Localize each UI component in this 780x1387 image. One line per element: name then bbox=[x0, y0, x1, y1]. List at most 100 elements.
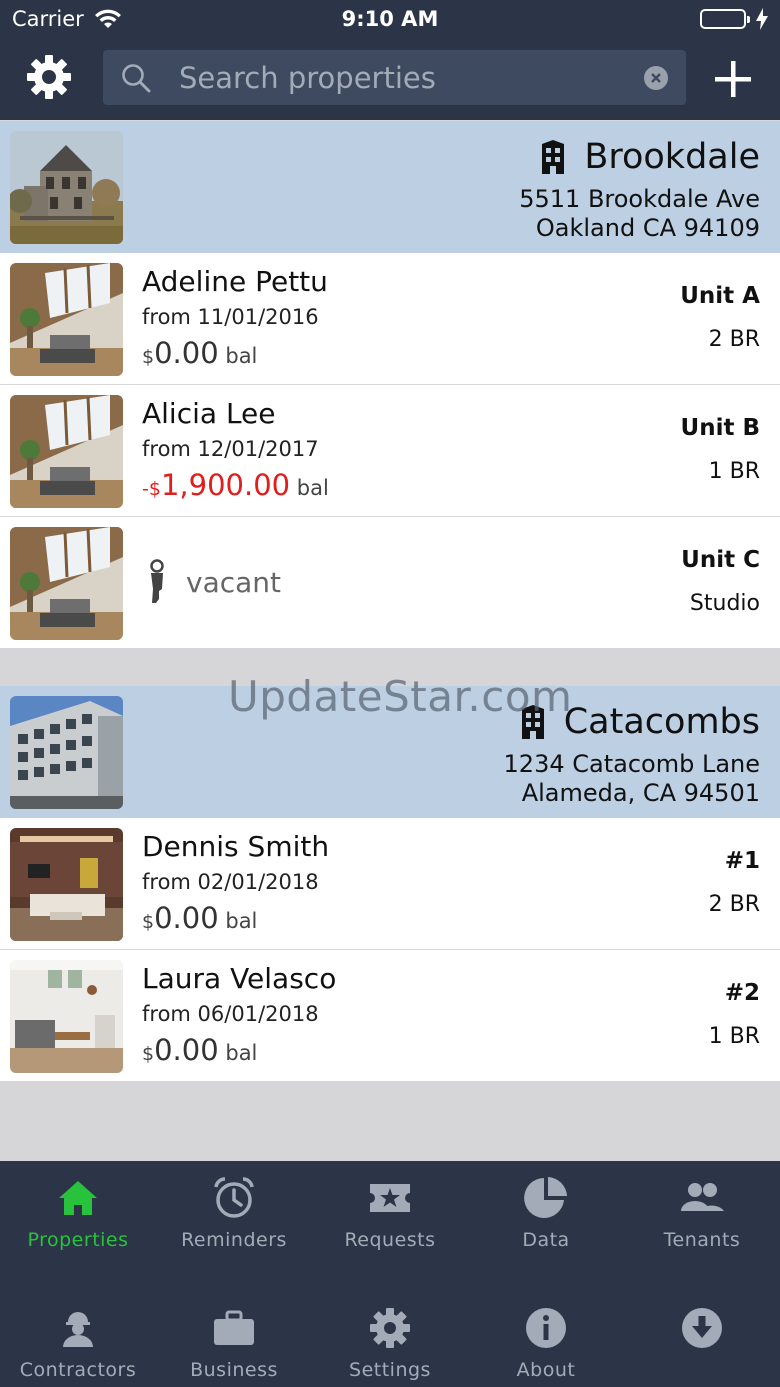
unit-size: 2 BR bbox=[708, 892, 760, 917]
balance-amount: 0.00 bbox=[154, 336, 219, 370]
lease-start-date: from 11/01/2016 bbox=[142, 305, 319, 329]
home-icon bbox=[59, 1181, 97, 1215]
tab-about[interactable]: About bbox=[468, 1291, 624, 1387]
settings-gear-button[interactable] bbox=[26, 54, 72, 100]
currency-symbol: $ bbox=[142, 1043, 155, 1065]
tab-tenants[interactable]: Tenants bbox=[624, 1161, 780, 1271]
gear-icon bbox=[370, 1308, 410, 1348]
tab-requests[interactable]: Requests bbox=[312, 1161, 468, 1271]
unit-label: Unit A bbox=[680, 283, 760, 309]
clock: 9:10 AM bbox=[341, 7, 439, 31]
property-name-text: Brookdale bbox=[584, 137, 760, 177]
charging-bolt-icon bbox=[756, 8, 768, 34]
balance-amount: 0.00 bbox=[154, 1033, 219, 1067]
unit-size: 1 BR bbox=[708, 1024, 760, 1049]
balance-suffix: bal bbox=[225, 909, 258, 933]
balance-amount: 1,900.00 bbox=[160, 468, 291, 502]
tenant-name: Laura Velasco bbox=[142, 962, 337, 995]
unit-row-vacant[interactable]: vacant Unit C Studio bbox=[0, 517, 780, 648]
tab-label: Data bbox=[522, 1229, 570, 1251]
pie-chart-icon bbox=[524, 1177, 567, 1218]
balance-sign: - bbox=[142, 478, 149, 500]
tab-properties[interactable]: Properties bbox=[0, 1161, 156, 1271]
lease-start-date: from 06/01/2018 bbox=[142, 1002, 319, 1026]
address-line2: Alameda, CA 94501 bbox=[521, 779, 760, 807]
clear-search-icon[interactable] bbox=[644, 66, 668, 90]
unit-photo bbox=[10, 527, 123, 640]
vacant-label: vacant bbox=[186, 565, 282, 599]
property-address: 5511 Brookdale Ave Oakland CA 94109 bbox=[519, 185, 760, 243]
property-photo bbox=[10, 696, 123, 809]
unit-row[interactable]: Dennis Smith from 02/01/2018 $0.00 bal #… bbox=[0, 818, 780, 949]
tab-label: Contractors bbox=[19, 1359, 137, 1381]
lease-start-date: from 12/01/2017 bbox=[142, 437, 319, 461]
balance-suffix: bal bbox=[296, 476, 329, 500]
tab-label: About bbox=[516, 1359, 576, 1381]
info-icon bbox=[526, 1308, 566, 1348]
unit-label: #2 bbox=[724, 980, 760, 1006]
building-icon bbox=[542, 140, 565, 174]
worker-icon bbox=[63, 1312, 93, 1347]
briefcase-icon bbox=[214, 1310, 254, 1345]
watermark: UpdateStar.com bbox=[228, 672, 573, 721]
currency-symbol: $ bbox=[142, 346, 155, 368]
tab-label: Properties bbox=[27, 1229, 129, 1251]
unit-row[interactable]: Alicia Lee from 12/01/2017 -$1,900.00 ba… bbox=[0, 385, 780, 516]
unit-photo bbox=[10, 395, 123, 508]
tenant-name: Alicia Lee bbox=[142, 397, 276, 430]
top-bar: Carrier 9:10 AM bbox=[0, 0, 780, 120]
tab-label: Settings bbox=[349, 1359, 431, 1381]
tab-data[interactable]: Data bbox=[468, 1161, 624, 1271]
tab-contractors[interactable]: Contractors bbox=[0, 1291, 156, 1387]
keys-icon bbox=[150, 559, 164, 603]
add-property-button[interactable] bbox=[712, 58, 754, 100]
unit-photo bbox=[10, 263, 123, 376]
property-address: 1234 Catacomb Lane Alameda, CA 94501 bbox=[504, 750, 760, 808]
tenant-name: Adeline Pettu bbox=[142, 265, 328, 298]
tab-reminders[interactable]: Reminders bbox=[156, 1161, 312, 1271]
balance-amount: 0.00 bbox=[154, 901, 219, 935]
search-icon bbox=[121, 63, 151, 97]
property-header-brookdale[interactable]: Brookdale 5511 Brookdale Ave Oakland CA … bbox=[0, 121, 780, 253]
tab-settings[interactable]: Settings bbox=[312, 1291, 468, 1387]
balance: $0.00 bal bbox=[142, 901, 257, 935]
search-bar bbox=[103, 50, 686, 105]
plus-icon bbox=[715, 61, 751, 97]
unit-label: Unit B bbox=[680, 415, 760, 441]
address-line1: 5511 Brookdale Ave bbox=[519, 185, 760, 213]
ticket-star-icon bbox=[370, 1184, 410, 1212]
gear-icon bbox=[27, 55, 71, 99]
balance-suffix: bal bbox=[225, 344, 258, 368]
property-name: Brookdale bbox=[540, 137, 760, 177]
balance: $0.00 bal bbox=[142, 336, 257, 370]
unit-photo bbox=[10, 828, 123, 941]
download-icon bbox=[682, 1308, 722, 1348]
alarm-clock-icon bbox=[214, 1177, 254, 1218]
tab-business[interactable]: Business bbox=[156, 1291, 312, 1387]
tab-label: Requests bbox=[344, 1229, 436, 1251]
property-name-text: Catacombs bbox=[563, 702, 760, 742]
balance-suffix: bal bbox=[225, 1041, 258, 1065]
battery-icon bbox=[700, 9, 750, 29]
balance: $0.00 bal bbox=[142, 1033, 257, 1067]
balance-negative: -$1,900.00 bal bbox=[142, 468, 329, 502]
address-line2: Oakland CA 94109 bbox=[535, 214, 760, 242]
tab-download[interactable] bbox=[624, 1291, 780, 1387]
lease-start-date: from 02/01/2018 bbox=[142, 870, 319, 894]
unit-row[interactable]: Adeline Pettu from 11/01/2016 $0.00 bal … bbox=[0, 253, 780, 384]
unit-row[interactable]: Laura Velasco from 06/01/2018 $0.00 bal … bbox=[0, 950, 780, 1081]
unit-size: 1 BR bbox=[708, 459, 760, 484]
currency-symbol: $ bbox=[142, 911, 155, 933]
search-input[interactable] bbox=[179, 50, 629, 105]
tab-label: Business bbox=[190, 1359, 278, 1381]
tab-bar: Properties Reminders Requests Data Tenan… bbox=[0, 1161, 780, 1387]
unit-size: Studio bbox=[689, 591, 760, 616]
unit-photo bbox=[10, 960, 123, 1073]
unit-size: 2 BR bbox=[708, 327, 760, 352]
people-icon bbox=[681, 1183, 724, 1211]
unit-label: #1 bbox=[724, 848, 760, 874]
property-photo bbox=[10, 131, 123, 244]
unit-label: Unit C bbox=[681, 547, 760, 573]
address-line1: 1234 Catacomb Lane bbox=[503, 750, 760, 778]
tab-label: Reminders bbox=[181, 1229, 287, 1251]
